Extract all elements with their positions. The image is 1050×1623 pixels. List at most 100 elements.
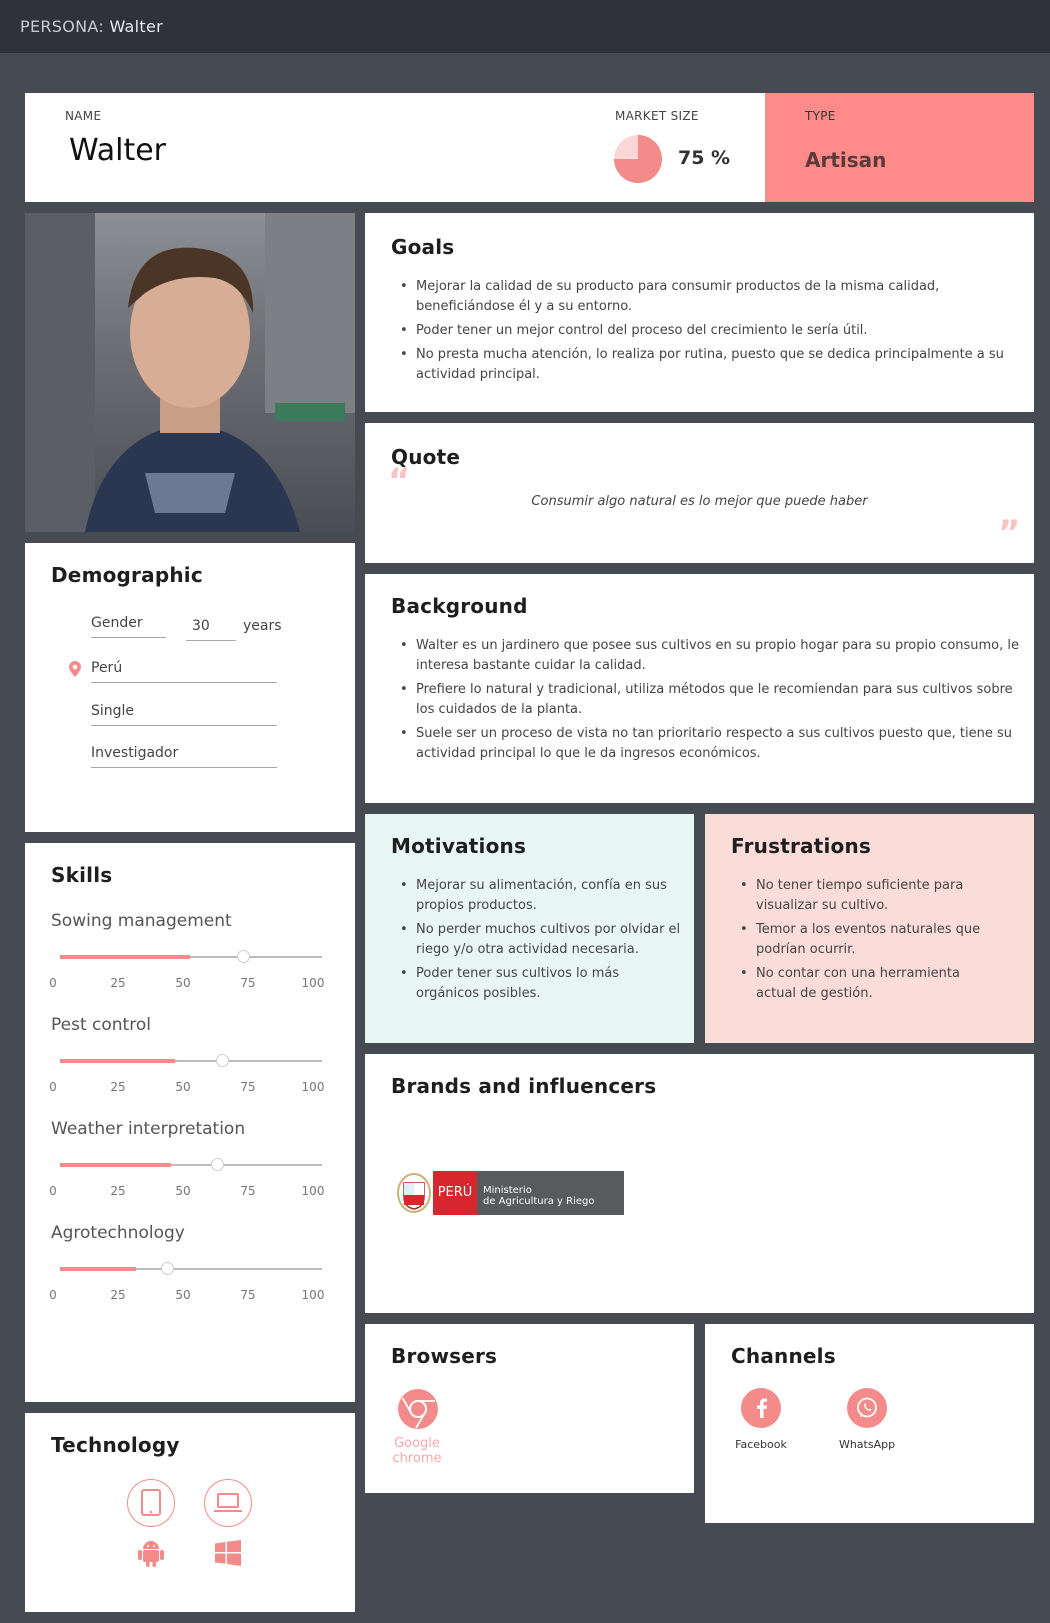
peru-shield-icon — [397, 1173, 431, 1213]
status-field[interactable]: Single — [91, 703, 277, 726]
frustrations-title: Frustrations — [731, 834, 872, 858]
chrome-label: Google chrome — [381, 1436, 453, 1466]
motivations-item: Poder tener sus cultivos lo más orgánico… — [391, 964, 681, 1004]
skill-scale-tick: 25 — [110, 1080, 126, 1094]
laptop-icon — [204, 1479, 252, 1527]
type-panel: TYPE Artisan — [765, 93, 1034, 202]
age-field[interactable]: 30 — [186, 618, 236, 641]
skill-slider[interactable] — [60, 1158, 322, 1171]
location-pin-icon — [69, 661, 81, 677]
skill-slider-handle[interactable] — [211, 1158, 225, 1171]
market-size-pie-icon — [614, 135, 662, 183]
skill-slider-fill — [60, 1163, 171, 1167]
type-value: Artisan — [805, 148, 887, 172]
header-card: NAME Walter MARKET SIZE 75 % TYPE Artisa… — [25, 93, 1034, 202]
skill-slider-fill — [60, 955, 190, 959]
skill-slider-fill — [60, 1059, 175, 1063]
whatsapp-label: WhatsApp — [838, 1438, 896, 1451]
skill-scale-tick: 0 — [49, 1288, 57, 1302]
logo-line-2: de Agricultura y Riego — [483, 1196, 595, 1207]
skill-scale-tick: 25 — [110, 1184, 126, 1198]
persona-photo — [25, 213, 355, 532]
skills-title: Skills — [51, 863, 113, 887]
motivations-item: Mejorar su alimentación, confía en sus p… — [391, 876, 681, 916]
skill-scale-tick: 0 — [49, 1184, 57, 1198]
quote-card: Quote “ Consumir algo natural es lo mejo… — [365, 423, 1034, 563]
close-quote-icon: ” — [998, 513, 1021, 553]
skill-scale-tick: 100 — [301, 1288, 325, 1302]
skill-name: Sowing management — [51, 911, 232, 931]
skill-slider[interactable] — [60, 1054, 322, 1067]
goals-item: Mejorar la calidad de su producto para c… — [391, 277, 1011, 317]
skill-slider-fill — [60, 1267, 136, 1271]
background-list: Walter es un jardinero que posee sus cul… — [391, 636, 1021, 768]
skill-scale-tick: 50 — [175, 1080, 191, 1094]
skill-name: Pest control — [51, 1015, 151, 1035]
logo-brand-box: PERÚ — [433, 1171, 477, 1215]
skill-scale-tick: 75 — [240, 1288, 256, 1302]
age-unit: years — [243, 618, 282, 634]
facebook-label: Facebook — [735, 1438, 787, 1451]
name-label: NAME — [65, 109, 102, 123]
brands-card: Brands and influencers PERÚ Ministerio d… — [365, 1054, 1034, 1313]
channels-card: Channels Facebook WhatsApp — [705, 1324, 1034, 1523]
skill-scale-tick: 0 — [49, 976, 57, 990]
chrome-label-line-1: Google — [394, 1436, 440, 1451]
skill-slider[interactable] — [60, 1262, 322, 1275]
market-size-label: MARKET SIZE — [615, 109, 699, 123]
goals-item: No presta mucha atención, lo realiza por… — [391, 345, 1011, 385]
logo-text-box: Ministerio de Agricultura y Riego — [477, 1171, 624, 1215]
skill-name: Agrotechnology — [51, 1223, 185, 1243]
skill-scale-tick: 100 — [301, 1080, 325, 1094]
skill-slider-handle[interactable] — [216, 1054, 230, 1067]
goals-list: Mejorar la calidad de su producto para c… — [391, 277, 1011, 389]
frustrations-card: Frustrations No tener tiempo suficiente … — [705, 814, 1034, 1043]
goals-card: Goals Mejorar la calidad de su producto … — [365, 213, 1034, 412]
topbar-persona-name: Walter — [109, 17, 163, 36]
logo-line-1: Ministerio — [483, 1185, 532, 1196]
windows-icon — [215, 1540, 241, 1566]
skill-scale-tick: 0 — [49, 1080, 57, 1094]
brands-title: Brands and influencers — [391, 1074, 657, 1098]
tablet-icon — [127, 1479, 175, 1527]
browsers-card: Browsers Google chrome — [365, 1324, 694, 1493]
skill-scale-tick: 50 — [175, 976, 191, 990]
background-item: Suele ser un proceso de vista no tan pri… — [391, 724, 1021, 764]
android-icon — [138, 1541, 164, 1567]
skill-scale-tick: 50 — [175, 1184, 191, 1198]
skill-scale-tick: 25 — [110, 976, 126, 990]
skill-slider-handle[interactable] — [237, 950, 251, 963]
skill-scale-tick: 75 — [240, 1080, 256, 1094]
frustrations-item: Temor a los eventos naturales que podría… — [731, 920, 991, 960]
topbar-prefix: PERSONA: — [20, 17, 105, 36]
skill-slider-handle[interactable] — [161, 1262, 175, 1275]
skill-scale-tick: 25 — [110, 1288, 126, 1302]
technology-card: Technology — [25, 1413, 355, 1612]
background-item: Walter es un jardinero que posee sus cul… — [391, 636, 1021, 676]
frustrations-list: No tener tiempo suficiente para visualiz… — [731, 876, 991, 1008]
background-item: Prefiere lo natural y tradicional, utili… — [391, 680, 1021, 720]
goals-title: Goals — [391, 235, 455, 259]
goals-item: Poder tener un mejor control del proceso… — [391, 321, 1011, 341]
skill-scale-tick: 75 — [240, 976, 256, 990]
skills-card: Skills Sowing management 0 25 50 75 100 Pest c… — [25, 843, 355, 1402]
location-field[interactable]: Perú — [91, 660, 277, 683]
minagri-logo: PERÚ Ministerio de Agricultura y Riego — [396, 1171, 624, 1215]
skill-scale-tick: 50 — [175, 1288, 191, 1302]
demographic-title: Demographic — [51, 563, 203, 587]
skill-slider[interactable] — [60, 950, 322, 963]
motivations-item: No perder muchos cultivos por olvidar el… — [391, 920, 681, 960]
gender-field[interactable]: Gender — [91, 615, 166, 638]
motivations-card: Motivations Mejorar su alimentación, con… — [365, 814, 694, 1043]
skill-scale-tick: 100 — [301, 1184, 325, 1198]
motivations-list: Mejorar su alimentación, confía en sus p… — [391, 876, 681, 1008]
portrait-illustration — [25, 213, 355, 532]
whatsapp-icon — [847, 1388, 887, 1428]
occupation-field[interactable]: Investigador — [91, 745, 277, 768]
chrome-label-line-2: chrome — [392, 1451, 442, 1466]
technology-title: Technology — [51, 1433, 180, 1457]
frustrations-item: No contar con una herramienta actual de … — [731, 964, 991, 1004]
skill-name: Weather interpretation — [51, 1119, 246, 1139]
demographic-card: Demographic Gender 30 years Perú Single … — [25, 543, 355, 832]
top-bar: PERSONA: Walter — [0, 0, 1050, 53]
